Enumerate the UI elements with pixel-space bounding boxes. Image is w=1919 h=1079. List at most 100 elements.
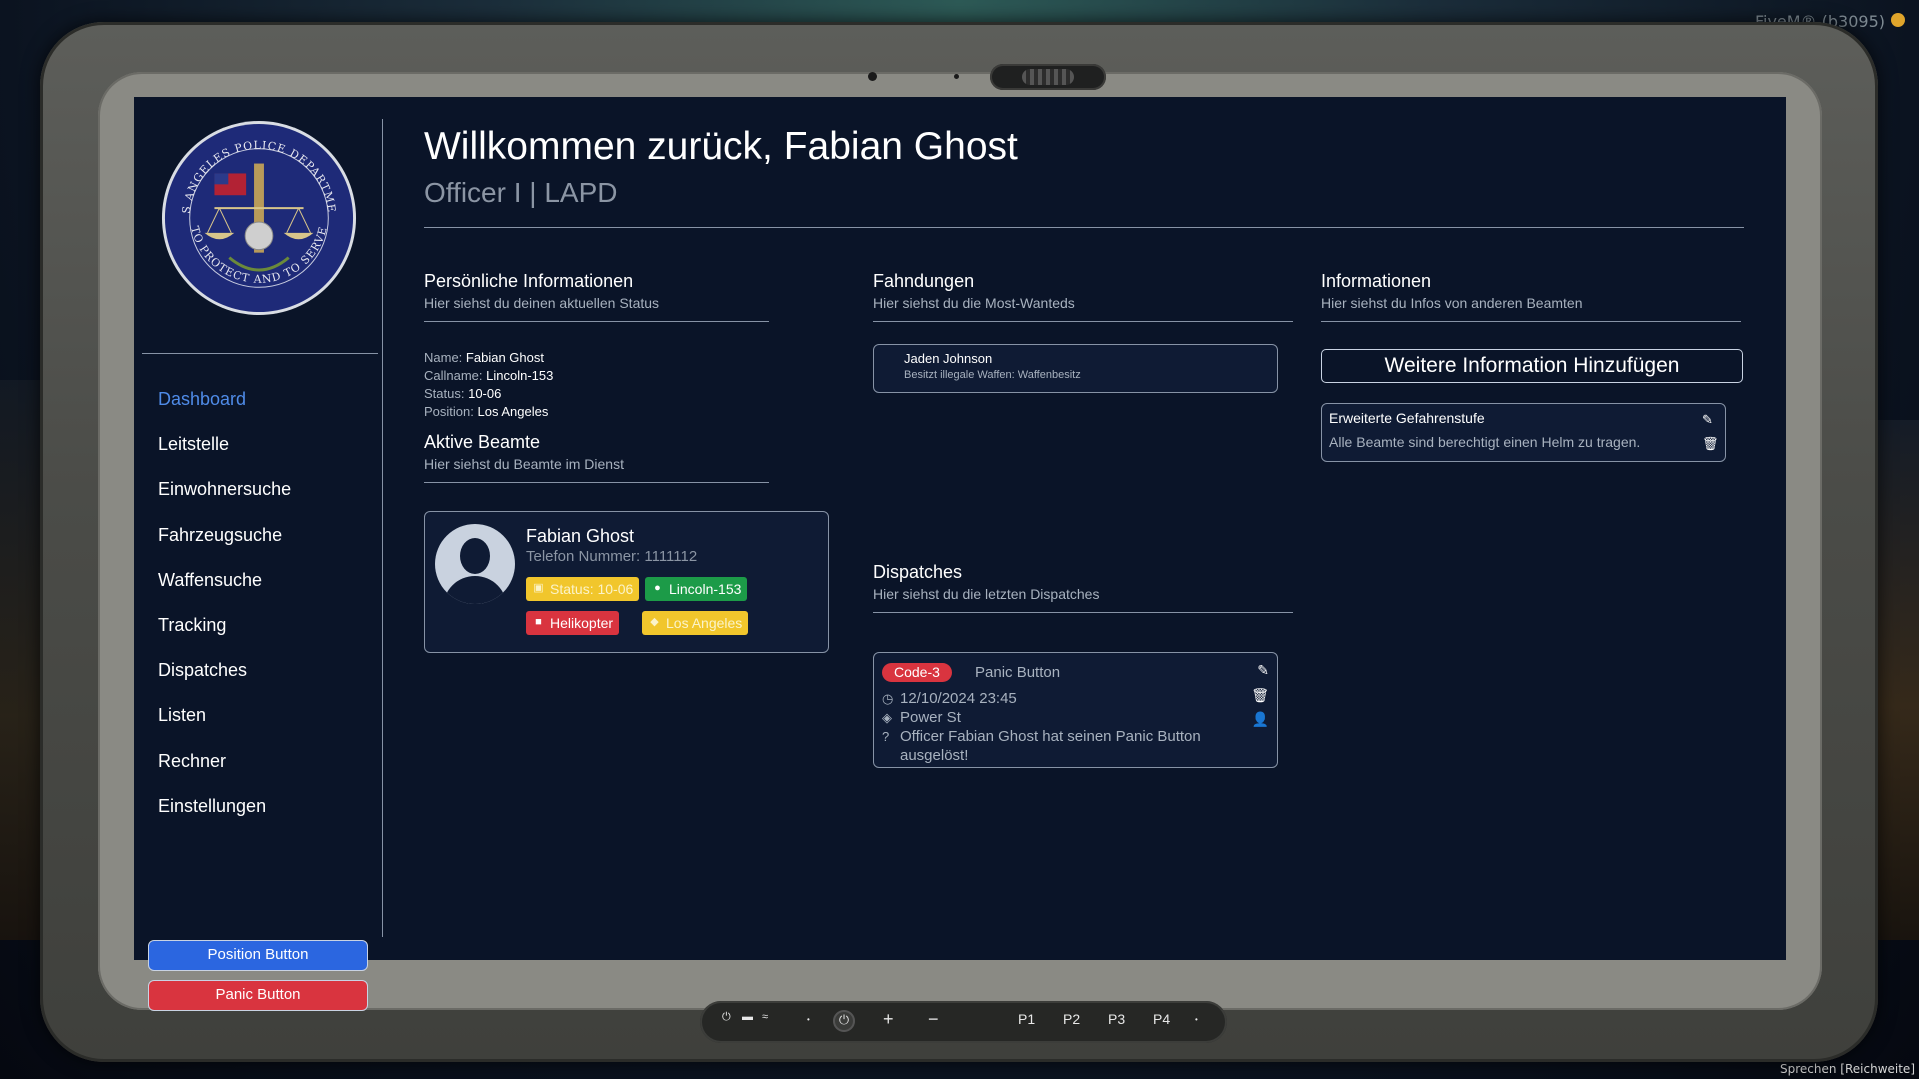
dispatch-street-row: ◈ Power St <box>882 709 961 726</box>
page-title: Willkommen zurück, Fabian Ghost <box>424 125 1018 168</box>
dispatches-divider <box>873 612 1293 613</box>
nav-item-rechner[interactable]: Rechner <box>158 749 291 794</box>
info-row-position: Position: Los Angeles <box>424 403 553 421</box>
personal-info-title: Persönliche Informationen <box>424 271 634 291</box>
trash-icon[interactable]: 🗑 <box>1251 687 1269 704</box>
info-divider <box>1321 321 1741 322</box>
header-divider <box>424 227 1744 228</box>
sidebar: LOS ANGELES POLICE DEPARTMENT TO PROTECT… <box>142 117 378 937</box>
active-officers-title: Aktive Beamte <box>424 432 541 452</box>
officer-name: Fabian Ghost <box>526 526 635 546</box>
privacy-slider[interactable] <box>990 64 1106 90</box>
wanted-subtitle: Hier siehst du die Most-Wanteds <box>873 295 1075 311</box>
camera-icon <box>868 72 877 81</box>
client-icon <box>1891 13 1905 27</box>
status-label: Status: <box>424 386 465 401</box>
sidebar-separator <box>382 119 383 937</box>
sidebar-divider <box>142 353 378 354</box>
sensor-icon <box>954 74 959 79</box>
user-icon[interactable]: 👤 <box>1252 711 1269 728</box>
status-badge: ▣ Status: 10-06 <box>526 577 640 601</box>
personal-info-list: Name: Fabian Ghost Callname: Lincoln-153… <box>424 349 553 421</box>
nav-item-fahrzeugsuche[interactable]: Fahrzeugsuche <box>158 523 291 568</box>
edit-icon[interactable]: ✎ <box>1702 412 1716 427</box>
dispatch-card[interactable]: Code-3 Panic Button ◷ 12/10/2024 23:45 ◈ P… <box>873 652 1278 768</box>
dispatches-title: Dispatches <box>873 562 963 582</box>
dot-icon: • <box>1195 1015 1198 1024</box>
name-label: Name: <box>424 350 463 365</box>
status-icon: ▣ <box>533 582 544 594</box>
location-badge-text: Los Angeles <box>666 615 743 631</box>
nav-item-einwohnersuche[interactable]: Einwohnersuche <box>158 477 291 522</box>
dispatch-type: Panic Button <box>975 664 1061 681</box>
status-value: 10-06 <box>468 386 502 401</box>
position-label: Position: <box>424 404 474 419</box>
clock-icon: ◷ <box>882 691 894 706</box>
active-officers-subtitle: Hier siehst du Beamte im Dienst <box>424 456 624 472</box>
location-badge: ◆ Los Angeles <box>642 611 749 635</box>
officer-card[interactable]: Fabian Ghost Telefon Nummer: 1111112 ▣ St… <box>424 511 829 653</box>
dot-icon: • <box>807 1015 810 1024</box>
p2-button[interactable]: P2 <box>1063 1011 1080 1027</box>
nav-item-einstellungen[interactable]: Einstellungen <box>158 794 291 839</box>
info-row-name: Name: Fabian Ghost <box>424 349 553 367</box>
dispatch-code-badge: Code-3 <box>882 663 952 682</box>
nav-item-leitstelle[interactable]: Leitstelle <box>158 432 291 477</box>
callname-value: Lincoln-153 <box>486 368 554 383</box>
power-small-icon: ⏻ <box>722 1011 731 1023</box>
position-value: Los Angeles <box>477 404 549 419</box>
volume-down-button[interactable]: − <box>928 1009 939 1030</box>
personal-info-subtitle: Hier siehst du deinen aktuellen Status <box>424 295 660 311</box>
panic-button[interactable]: Panic Button <box>148 980 368 1011</box>
p3-button[interactable]: P3 <box>1108 1011 1125 1027</box>
officer-phone: Telefon Nummer: 1111112 <box>526 548 698 565</box>
info-row-callname: Callname: Lincoln-153 <box>424 367 553 385</box>
name-value: Fabian Ghost <box>465 350 544 365</box>
add-info-button[interactable]: Weitere Information Hinzufügen <box>1321 349 1743 383</box>
dispatch-message-line1: Officer Fabian Ghost hat seinen Panic Bu… <box>900 728 1201 745</box>
callname-badge: ● Lincoln-153 <box>645 577 748 601</box>
avatar-body <box>443 576 507 604</box>
car-icon: ■ <box>535 616 542 628</box>
p1-button[interactable]: P1 <box>1018 1011 1035 1027</box>
info-row-status: Status: 10-06 <box>424 385 553 403</box>
nav-item-listen[interactable]: Listen <box>158 703 291 748</box>
slider-knob[interactable] <box>1022 69 1074 85</box>
info-card-title: Erweiterte Gefahrenstufe <box>1329 410 1485 426</box>
wanted-card[interactable]: Jaden Johnson Besitzt illegale Waffen: W… <box>873 344 1278 393</box>
question-icon: ? <box>882 729 890 744</box>
avatar-head <box>460 538 490 574</box>
nav-item-tracking[interactable]: Tracking <box>158 613 291 658</box>
status-badge-text: Status: 10-06 <box>550 581 634 597</box>
nav-item-dispatches[interactable]: Dispatches <box>158 658 291 703</box>
personal-info-divider <box>424 321 769 322</box>
trash-icon[interactable]: 🗑 <box>1702 436 1719 451</box>
position-button[interactable]: Position Button <box>148 940 368 971</box>
p4-button[interactable]: P4 <box>1153 1011 1170 1027</box>
info-card-description: Alle Beamte sind berechtigt einen Helm z… <box>1329 434 1641 450</box>
volume-up-button[interactable]: + <box>883 1009 894 1030</box>
dispatch-time: 12/10/2024 23:45 <box>900 690 1017 707</box>
callname-badge-text: Lincoln-153 <box>669 581 742 597</box>
power-button[interactable]: ⏻ <box>833 1010 855 1032</box>
info-subtitle: Hier siehst du Infos von anderen Beamten <box>1321 295 1583 311</box>
dispatch-message-line2: ausgelöst! <box>900 747 969 764</box>
callname-label: Callname: <box>424 368 483 383</box>
tablet-screen: LOS ANGELES POLICE DEPARTMENT TO PROTECT… <box>134 97 1786 1011</box>
lapd-badge-logo: LOS ANGELES POLICE DEPARTMENT TO PROTECT… <box>160 119 357 316</box>
dispatches-subtitle: Hier siehst du die letzten Dispatches <box>873 586 1100 602</box>
wanted-divider <box>873 321 1293 322</box>
nav-item-waffensuche[interactable]: Waffensuche <box>158 568 291 613</box>
edit-icon[interactable]: ✎ <box>1257 662 1269 679</box>
info-title: Informationen <box>1321 271 1432 291</box>
user-icon: ● <box>654 582 661 594</box>
avatar <box>435 524 515 604</box>
sidebar-nav: Dashboard Leitstelle Einwohnersuche Fahr… <box>158 387 291 839</box>
wanted-title: Fahndungen <box>873 271 975 291</box>
info-card[interactable]: Erweiterte Gefahrenstufe Alle Beamte sin… <box>1321 403 1726 462</box>
dispatch-street: Power St <box>900 709 961 726</box>
page-subtitle: Officer I | LAPD <box>424 177 618 208</box>
dashboard-main: Willkommen zurück, Fabian Ghost Officer … <box>424 97 1764 960</box>
wanted-description: Besitzt illegale Waffen: Waffenbesitz <box>904 369 1081 381</box>
nav-item-dashboard[interactable]: Dashboard <box>158 387 291 432</box>
